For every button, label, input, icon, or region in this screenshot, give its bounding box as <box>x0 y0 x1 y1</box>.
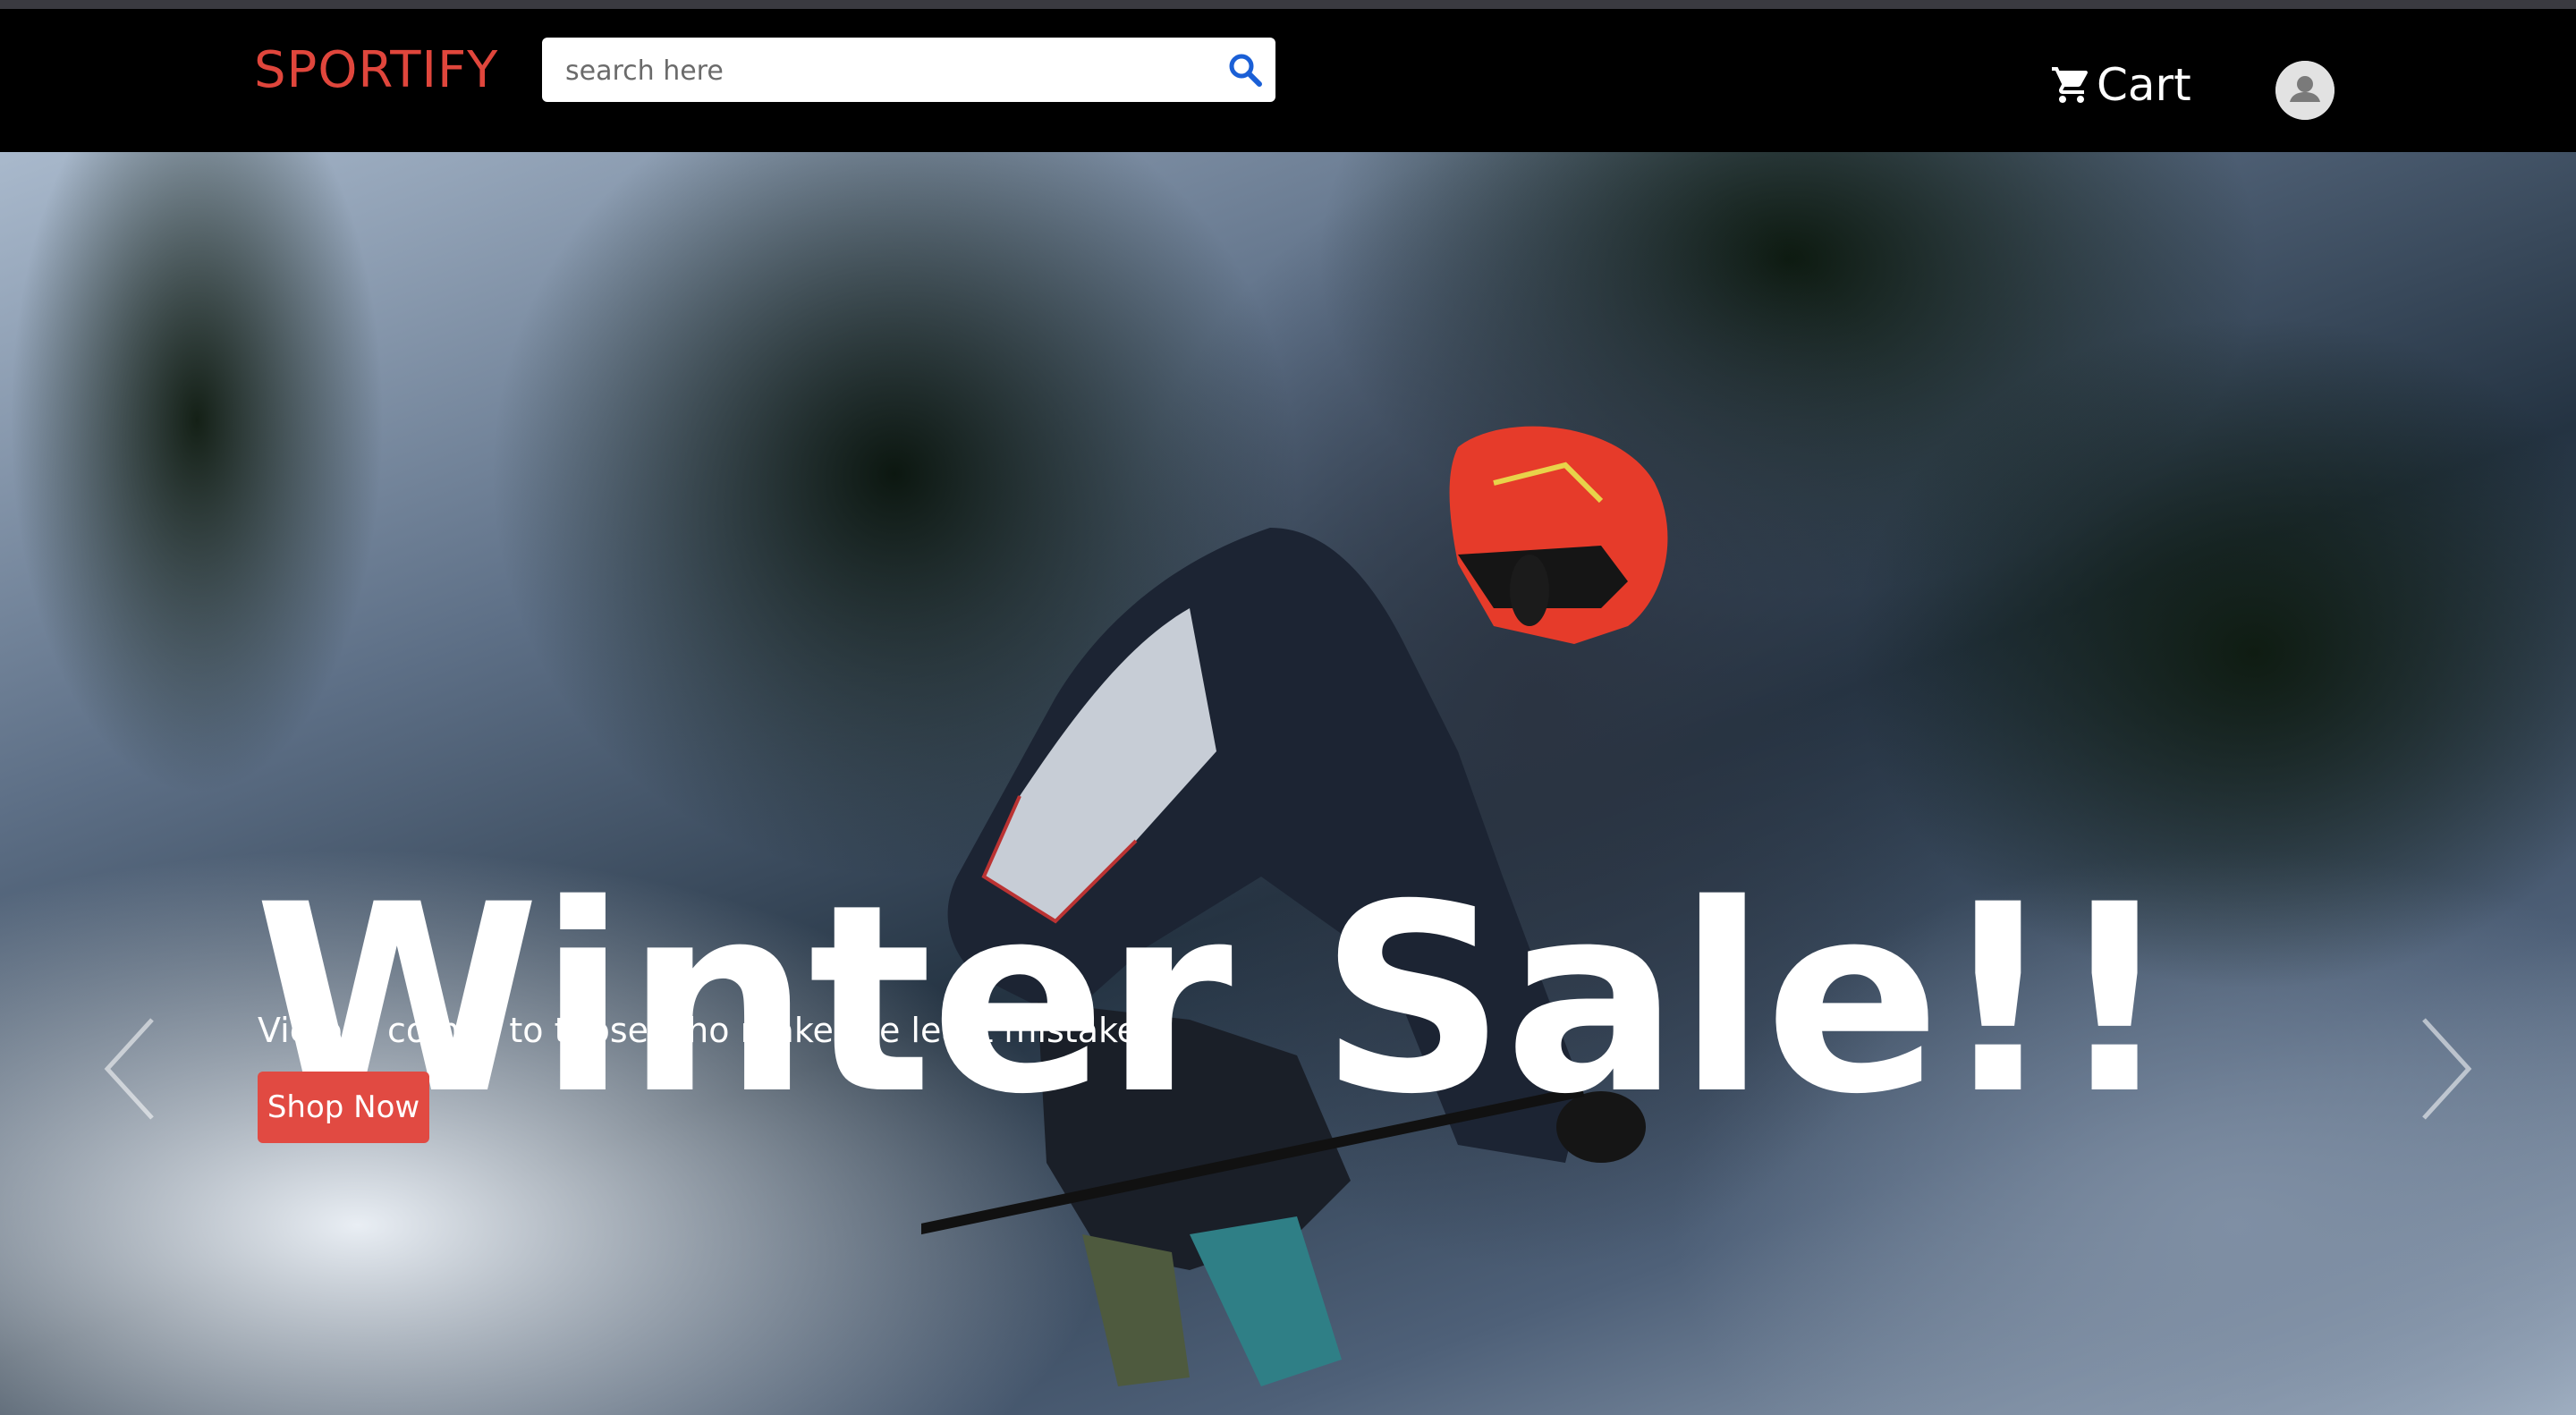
window-top-bar <box>0 0 2576 9</box>
search-input[interactable] <box>564 38 1193 104</box>
navbar: SPORTIFY Cart <box>0 9 2576 152</box>
hero-title: Winter Sale!! <box>254 850 2174 1152</box>
hero-subtitle: Victory comes to those who make the leas… <box>258 1011 1166 1050</box>
hero-carousel: Winter Sale!! Victory comes to those who… <box>0 152 2576 1415</box>
chevron-left-icon[interactable] <box>89 1011 170 1127</box>
user-avatar-icon[interactable] <box>2275 61 2334 120</box>
shop-now-button[interactable]: Shop Now <box>258 1072 429 1143</box>
cart-label: Cart <box>2097 59 2191 111</box>
search-bar <box>542 38 1275 104</box>
chevron-right-icon[interactable] <box>2406 1011 2487 1127</box>
cart-icon <box>2050 64 2093 106</box>
cart-link[interactable]: Cart <box>2050 54 2191 116</box>
brand-logo[interactable]: SPORTIFY <box>254 41 498 99</box>
search-icon[interactable] <box>1225 50 1265 89</box>
